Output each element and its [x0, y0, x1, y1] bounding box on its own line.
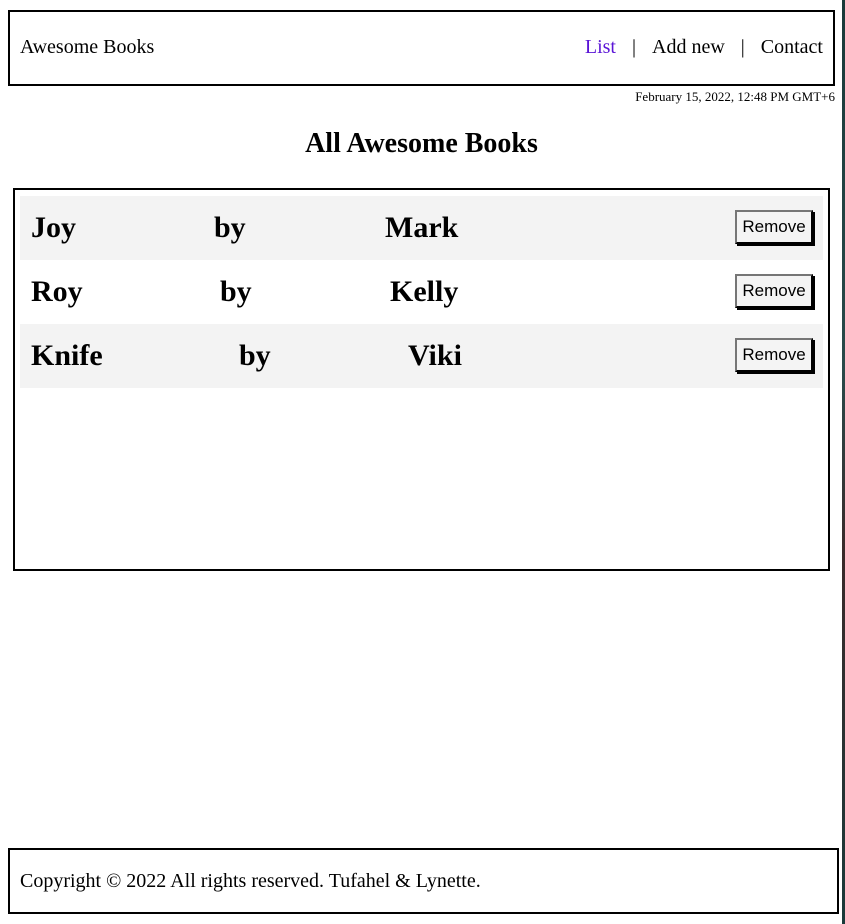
book-list: Joy by Mark Remove Roy by Kelly Remove K…	[13, 188, 830, 571]
remove-button[interactable]: Remove	[735, 338, 813, 372]
book-title: Knife	[31, 339, 103, 372]
remove-button[interactable]: Remove	[735, 274, 813, 308]
brand-title: Awesome Books	[20, 36, 155, 58]
book-author: Kelly	[390, 275, 459, 308]
book-title: Joy	[31, 211, 76, 244]
book-row: Joy by Mark Remove	[20, 196, 823, 260]
book-author: Viki	[408, 339, 462, 372]
book-by: by	[220, 275, 252, 308]
page-title: All Awesome Books	[305, 128, 538, 159]
footer: Copyright © 2022 All rights reserved. Tu…	[8, 848, 839, 914]
nav-link-add-new[interactable]: Add new	[652, 36, 725, 59]
nav-separator: |	[631, 36, 636, 58]
page: Awesome Books List | Add new | Contact F…	[0, 0, 845, 924]
navbar: Awesome Books List | Add new | Contact	[8, 10, 835, 86]
nav-link-list[interactable]: List	[585, 36, 616, 59]
book-row: Knife by Viki Remove	[20, 324, 823, 388]
current-datetime: February 15, 2022, 12:48 PM GMT+6	[635, 89, 835, 104]
book-title: Roy	[31, 275, 83, 308]
book-row: Roy by Kelly Remove	[20, 260, 823, 324]
nav-link-contact[interactable]: Contact	[761, 36, 823, 59]
book-author: Mark	[385, 211, 459, 244]
remove-button[interactable]: Remove	[735, 210, 813, 244]
nav-separator: |	[740, 36, 745, 58]
book-by: by	[239, 339, 271, 372]
nav-links: List | Add new | Contact	[585, 36, 823, 59]
book-by: by	[214, 211, 246, 244]
copyright-text: Copyright © 2022 All rights reserved. Tu…	[20, 870, 481, 892]
